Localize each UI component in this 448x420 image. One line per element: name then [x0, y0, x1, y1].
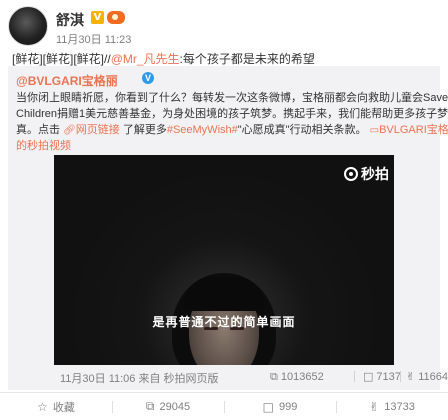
post-text-suffix: :每个孩子都是未来的希望	[179, 52, 315, 66]
repost-icon: ⧉	[145, 399, 155, 413]
repost-time-source[interactable]: 11月30日 11:06 来自 秒拍网页版	[60, 370, 219, 386]
video-frame-figure	[184, 277, 264, 311]
verified-badge-icon[interactable]: V	[91, 11, 104, 24]
username[interactable]: 舒淇	[56, 10, 84, 30]
link-icon: 🔗︎	[63, 125, 76, 136]
repost-text-line: 的秒拍视频	[16, 137, 71, 153]
repost-button[interactable]: ⧉ 29045	[112, 393, 224, 420]
like-stat[interactable]: ✌ 11664	[406, 370, 448, 383]
comment-count: 7137	[376, 370, 401, 383]
video-watermark: 秒拍	[361, 166, 389, 182]
mention-link[interactable]: @Mr_凡先生	[111, 52, 180, 66]
repost-text-segment: 真。点击	[16, 124, 60, 136]
video-source-link[interactable]: 的秒拍视频	[16, 140, 71, 152]
video-player[interactable]: 秒拍 是再普通不过的简单画面	[54, 155, 394, 365]
reposted-content: @BVLGARI宝格丽 V 当你闭上眼睛祈愿，你看到了什么？每转发一次这条微博，…	[8, 66, 448, 390]
repost-footer: 11月30日 11:06 来自 秒拍网页版 ⧉ 1013652 □ 7137 ✌…	[8, 370, 448, 388]
repost-text-line: Children捐赠1美元慈善基金，为身处困境的孩子筑梦。携起手来，我们能帮助更…	[16, 108, 448, 120]
weibo-post: 舒淇 V 11月30日 11:23 [鲜花][鲜花][鲜花]//@Mr_凡先生:…	[0, 0, 448, 420]
repost-count: 29045	[159, 400, 191, 413]
post-text-prefix: [鲜花][鲜花][鲜花]//	[12, 52, 111, 66]
web-link[interactable]: 网页链接	[76, 124, 120, 136]
member-level-icon[interactable]	[107, 11, 125, 24]
repost-icon: ⧉	[270, 370, 278, 383]
repost-text-segment: 了解更多	[122, 124, 167, 136]
repost-author-link[interactable]: @BVLGARI宝格丽	[16, 72, 118, 89]
comment-count: 999	[278, 400, 298, 413]
thumbs-up-icon: ✌	[406, 370, 416, 383]
favorite-label: 收藏	[52, 401, 75, 414]
verified-badge-icon: V	[142, 72, 154, 84]
divider	[400, 371, 401, 382]
comment-icon: □	[262, 399, 274, 414]
video-icon: ▭	[369, 125, 380, 136]
star-icon: ☆	[37, 399, 48, 414]
repost-stat[interactable]: ⧉ 1013652	[270, 370, 324, 384]
hashtag-link[interactable]: #SeeMyWish#	[167, 124, 238, 136]
action-bar: ☆ 收藏 ⧉ 29045 □ 999 ✌ 13733	[0, 392, 448, 420]
video-source-link[interactable]: BVLGARI宝格丽	[379, 124, 448, 136]
miaopai-logo-icon	[344, 167, 358, 181]
favorite-button[interactable]: ☆ 收藏	[0, 393, 112, 420]
comment-icon: □	[363, 370, 374, 383]
repost-count: 1013652	[280, 371, 324, 383]
thumbs-up-icon: ✌	[369, 399, 380, 414]
repost-text-line: 真。点击 🔗︎网页链接 了解更多#SeeMyWish#"心愿成真"行动相关条款。…	[16, 121, 448, 137]
video-subtitle: 是再普通不过的简单画面	[152, 315, 296, 329]
post-timestamp[interactable]: 11月30日 11:23	[56, 31, 131, 47]
like-count: 11664	[418, 370, 448, 383]
divider	[354, 371, 355, 382]
repost-text-segment: "心愿成真"行动相关条款。	[237, 124, 367, 136]
post-text: [鲜花][鲜花][鲜花]//@Mr_凡先生:每个孩子都是未来的希望	[12, 50, 315, 67]
repost-text-line: 当你闭上眼睛祈愿，你看到了什么？每转发一次这条微博，宝格丽都会向救助儿童会Sav…	[16, 92, 448, 104]
like-count: 13733	[384, 400, 415, 413]
comment-button[interactable]: □ 999	[224, 393, 336, 420]
comment-stat[interactable]: □ 7137	[363, 370, 401, 383]
like-button[interactable]: ✌ 13733	[336, 393, 448, 420]
avatar[interactable]	[8, 6, 48, 46]
